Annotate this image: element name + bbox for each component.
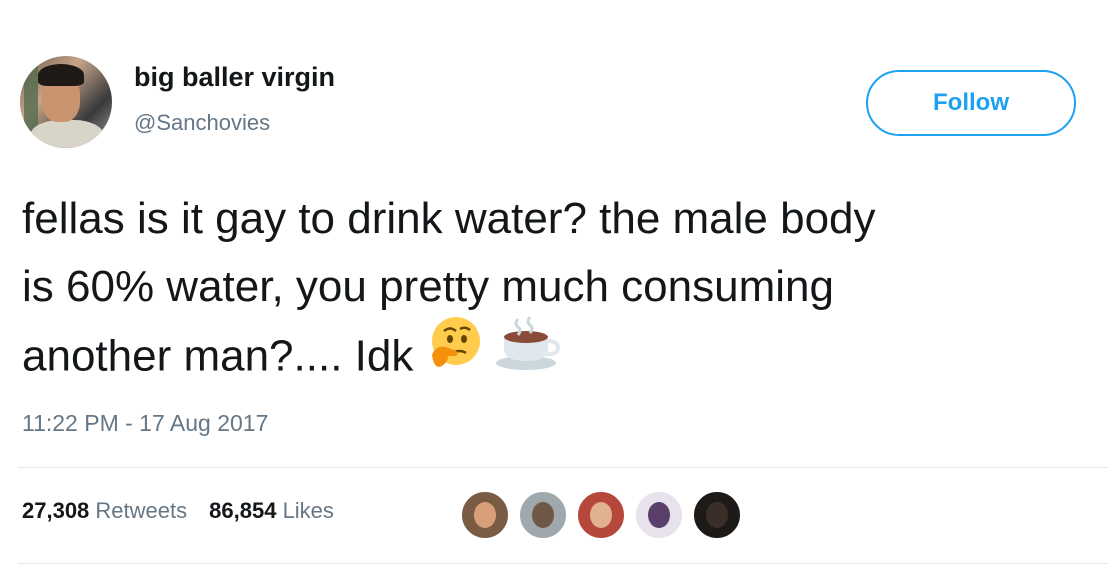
tweet-text-line-2: is 60% water, you pretty much consuming bbox=[22, 262, 834, 311]
tweet-text-line-3-text: another man?.... Idk bbox=[22, 331, 414, 381]
liker-avatar-3[interactable] bbox=[576, 490, 626, 540]
retweets-count: 27,308 bbox=[22, 498, 90, 523]
liker-avatar-2[interactable] bbox=[518, 490, 568, 540]
liker-avatar-1[interactable] bbox=[460, 490, 510, 540]
likes-count: 86,854 bbox=[209, 498, 277, 523]
user-handle[interactable]: @Sanchovies bbox=[134, 110, 270, 136]
liker-avatar-1-face bbox=[474, 502, 496, 528]
likes-stat[interactable]: 86,854 Likes bbox=[209, 498, 334, 524]
user-avatar[interactable] bbox=[20, 56, 112, 148]
retweets-stat[interactable]: 27,308 Retweets bbox=[22, 498, 187, 524]
tweet-text-line-1: fellas is it gay to drink water? the mal… bbox=[22, 194, 876, 243]
liker-avatar-4-face bbox=[648, 502, 670, 528]
tweet-text-line-3: another man?.... Idk bbox=[22, 316, 1112, 397]
liker-avatar-2-face bbox=[532, 502, 554, 528]
liker-avatars bbox=[460, 490, 750, 540]
divider-top bbox=[18, 467, 1108, 468]
likes-label: Likes bbox=[282, 498, 334, 523]
hot-beverage-emoji bbox=[494, 315, 564, 391]
tweet-text: fellas is it gay to drink water? the mal… bbox=[22, 185, 1112, 397]
follow-button[interactable]: Follow bbox=[866, 70, 1076, 136]
tweet-stats: 27,308 Retweets 86,854 Likes bbox=[22, 498, 356, 524]
thinking-face-emoji bbox=[426, 315, 482, 391]
tweet-card: big baller virgin @Sanchovies Follow fel… bbox=[0, 0, 1118, 568]
retweets-label: Retweets bbox=[95, 498, 188, 523]
divider-bottom bbox=[18, 563, 1108, 564]
liker-avatar-5-face bbox=[706, 502, 728, 528]
liker-avatar-4[interactable] bbox=[634, 490, 684, 540]
tweet-timestamp[interactable]: 11:22 PM - 17 Aug 2017 bbox=[22, 410, 268, 437]
liker-avatar-5[interactable] bbox=[692, 490, 742, 540]
avatar-shirt bbox=[30, 120, 104, 148]
liker-avatar-3-face bbox=[590, 502, 612, 528]
display-name[interactable]: big baller virgin bbox=[134, 62, 335, 93]
avatar-hair bbox=[38, 64, 84, 86]
